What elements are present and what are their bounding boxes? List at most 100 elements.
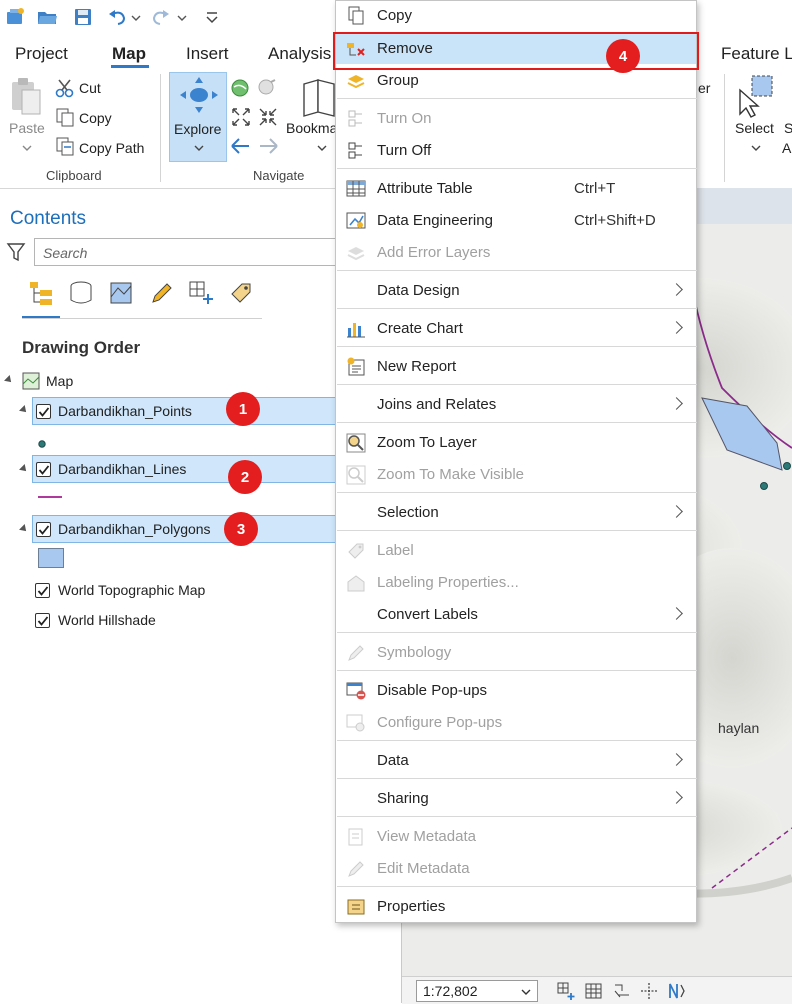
layer-expand-icon[interactable] bbox=[19, 405, 29, 415]
layer-name: Darbandikhan_Points bbox=[58, 403, 192, 419]
menu-item-copy[interactable]: Copy bbox=[336, 1, 696, 31]
bookmarks-button[interactable]: Bookma bbox=[286, 120, 337, 136]
open-project-icon[interactable] bbox=[36, 6, 58, 28]
list-by-labeling-icon[interactable] bbox=[228, 280, 254, 306]
menu-separator bbox=[337, 98, 697, 99]
layer-expand-icon[interactable] bbox=[19, 524, 29, 534]
explore-button[interactable]: Explore bbox=[169, 72, 227, 162]
tab-project[interactable]: Project bbox=[15, 44, 68, 64]
map-label[interactable]: Map bbox=[46, 373, 73, 389]
menu-item-symbology[interactable]: Symbology bbox=[336, 638, 696, 668]
menu-separator bbox=[337, 308, 697, 309]
layer-row-polygons[interactable]: Darbandikhan_Polygons bbox=[32, 515, 336, 543]
tab-analysis[interactable]: Analysis bbox=[268, 44, 331, 64]
menu-item-selection[interactable]: Selection bbox=[336, 498, 696, 528]
menu-item-shortcut: Ctrl+Shift+D bbox=[574, 212, 656, 229]
tab-insert[interactable]: Insert bbox=[186, 44, 229, 64]
select-dropdown-icon[interactable] bbox=[750, 140, 762, 151]
paste-dropdown-icon[interactable] bbox=[21, 140, 33, 151]
layer-row-lines[interactable]: Darbandikhan_Lines bbox=[32, 455, 336, 483]
tab-map[interactable]: Map bbox=[112, 44, 146, 64]
tab-feature-layer[interactable]: Feature L bbox=[721, 44, 792, 64]
menu-item-new-report[interactable]: New Report bbox=[336, 352, 696, 382]
menu-item-configure-popups[interactable]: Configure Pop-ups bbox=[336, 708, 696, 738]
menu-item-disable-popups[interactable]: Disable Pop-ups bbox=[336, 676, 696, 706]
fixed-zoom-out-icon[interactable] bbox=[257, 106, 279, 128]
redo-dropdown-icon[interactable] bbox=[176, 6, 188, 28]
symbology-icon bbox=[348, 645, 364, 661]
next-extent-icon[interactable] bbox=[256, 136, 280, 156]
scale-selector[interactable]: 1:72,802 bbox=[416, 980, 538, 1002]
undo-dropdown-icon[interactable] bbox=[130, 6, 142, 28]
select-button[interactable]: Select bbox=[735, 120, 774, 136]
bookmarks-dropdown-icon[interactable] bbox=[316, 140, 328, 151]
basemap-visibility-checkbox[interactable] bbox=[35, 613, 50, 628]
view-divider bbox=[22, 318, 262, 319]
menu-item-edit-metadata[interactable]: Edit Metadata bbox=[336, 854, 696, 884]
menu-item-joins-relates[interactable]: Joins and Relates bbox=[336, 390, 696, 420]
map-expand-icon[interactable] bbox=[4, 375, 14, 385]
copy-path-icon[interactable] bbox=[54, 136, 76, 156]
menu-item-group[interactable]: Group bbox=[336, 66, 696, 96]
save-project-icon[interactable] bbox=[72, 6, 94, 28]
menu-item-data-design[interactable]: Data Design bbox=[336, 276, 696, 306]
layer-visibility-checkbox[interactable] bbox=[36, 522, 51, 537]
cut-icon[interactable] bbox=[54, 78, 76, 98]
north-arrow-icon[interactable] bbox=[665, 981, 687, 1001]
menu-item-turn-on[interactable]: Turn On bbox=[336, 104, 696, 134]
list-by-data-source-icon[interactable] bbox=[68, 280, 94, 306]
cut-button[interactable]: Cut bbox=[79, 80, 101, 96]
basemap-name[interactable]: World Hillshade bbox=[58, 612, 156, 628]
menu-separator bbox=[337, 530, 697, 531]
grid-display-icon[interactable] bbox=[556, 981, 576, 1001]
menu-item-view-metadata[interactable]: View Metadata bbox=[336, 822, 696, 852]
menu-item-data-engineering[interactable]: Data Engineering Ctrl+Shift+D bbox=[336, 206, 696, 236]
filter-icon[interactable] bbox=[6, 242, 26, 262]
menu-item-label[interactable]: Label bbox=[336, 536, 696, 566]
rotate-view-icon[interactable] bbox=[612, 981, 632, 1001]
new-project-icon[interactable] bbox=[4, 6, 26, 28]
menu-item-labeling-properties[interactable]: Labeling Properties... bbox=[336, 568, 696, 598]
previous-extent-icon[interactable] bbox=[229, 136, 253, 156]
bookmarks-icon[interactable] bbox=[302, 78, 336, 118]
list-by-selection-icon[interactable] bbox=[108, 280, 134, 306]
copy-button[interactable]: Copy bbox=[79, 110, 112, 126]
copy-path-button[interactable]: Copy Path bbox=[79, 140, 144, 156]
basemap-name[interactable]: World Topographic Map bbox=[58, 582, 205, 598]
menu-item-properties[interactable]: Properties bbox=[336, 892, 696, 922]
menu-item-sharing[interactable]: Sharing bbox=[336, 784, 696, 814]
menu-item-attribute-table[interactable]: Attribute Table Ctrl+T bbox=[336, 174, 696, 204]
paste-button[interactable]: Paste bbox=[9, 120, 45, 136]
menu-item-add-error-layers[interactable]: Add Error Layers bbox=[336, 238, 696, 268]
menu-item-convert-labels[interactable]: Convert Labels bbox=[336, 600, 696, 630]
zoom-to-selected-icon[interactable] bbox=[257, 78, 277, 98]
menu-item-turn-off[interactable]: Turn Off bbox=[336, 136, 696, 166]
list-by-editing-icon[interactable] bbox=[148, 280, 174, 306]
basemap-visibility-checkbox[interactable] bbox=[35, 583, 50, 598]
snapping-icon[interactable] bbox=[639, 981, 659, 1001]
copy-icon[interactable] bbox=[54, 107, 76, 127]
undo-icon[interactable] bbox=[106, 6, 128, 28]
select-icon[interactable] bbox=[736, 74, 776, 118]
list-by-drawing-order-icon[interactable] bbox=[28, 280, 54, 306]
redo-icon[interactable] bbox=[150, 6, 172, 28]
paste-icon[interactable] bbox=[8, 76, 44, 118]
menu-item-zoom-to-make-visible[interactable]: Zoom To Make Visible bbox=[336, 460, 696, 490]
menu-item-create-chart[interactable]: Create Chart bbox=[336, 314, 696, 344]
layer-expand-icon[interactable] bbox=[19, 464, 29, 474]
menu-item-zoom-to-layer[interactable]: Zoom To Layer bbox=[336, 428, 696, 458]
ribbon-partial-label: S bbox=[784, 120, 792, 136]
table-grid-icon[interactable] bbox=[584, 981, 604, 1001]
layer-visibility-checkbox[interactable] bbox=[36, 404, 51, 419]
search-input[interactable] bbox=[41, 240, 335, 266]
customize-toolbar-icon[interactable] bbox=[204, 6, 220, 28]
fixed-zoom-in-icon[interactable] bbox=[230, 106, 252, 128]
menu-item-label: Edit Metadata bbox=[377, 860, 470, 877]
full-extent-icon[interactable] bbox=[230, 78, 250, 98]
layer-visibility-checkbox[interactable] bbox=[36, 462, 51, 477]
menu-item-label: View Metadata bbox=[377, 828, 476, 845]
list-by-snapping-icon[interactable] bbox=[188, 280, 214, 306]
menu-item-data[interactable]: Data bbox=[336, 746, 696, 776]
attribute-table-icon bbox=[346, 180, 366, 197]
layer-row-points[interactable]: Darbandikhan_Points bbox=[32, 397, 336, 425]
